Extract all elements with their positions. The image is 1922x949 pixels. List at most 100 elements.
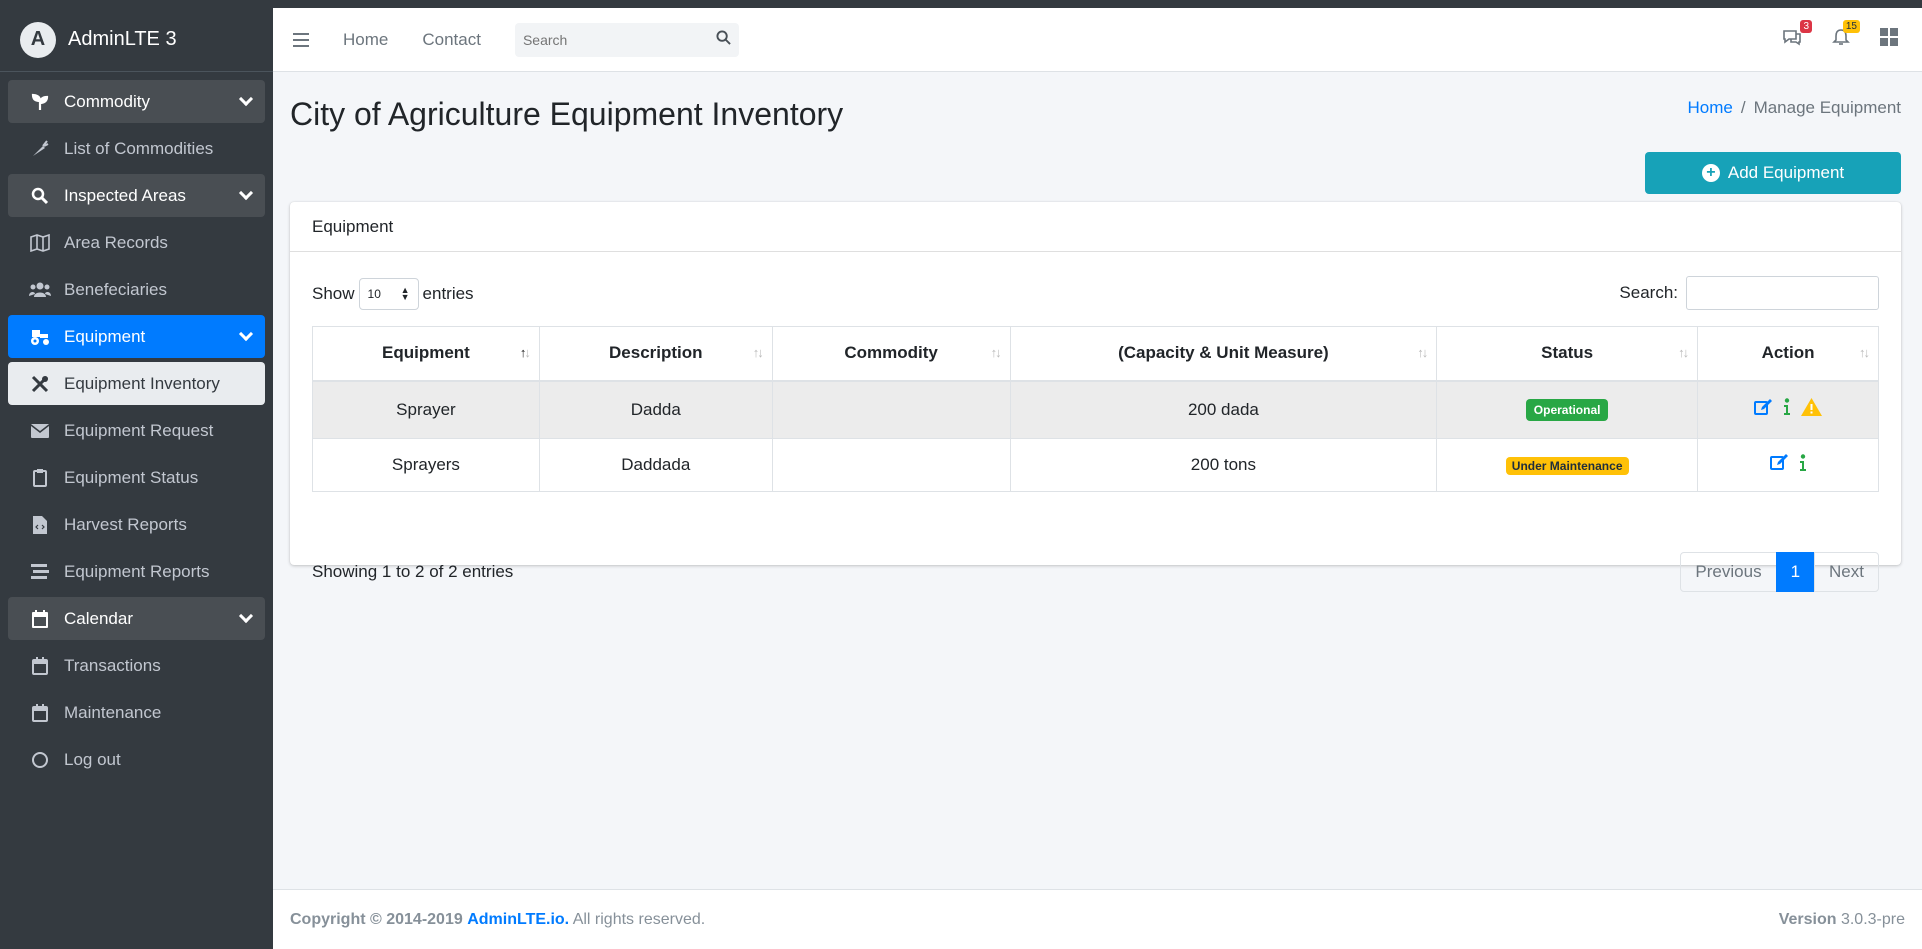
search-label: Search: — [1619, 283, 1678, 302]
column-header-description[interactable]: Description ↑↓ — [538, 326, 773, 382]
pagination-page-1[interactable]: 1 — [1775, 552, 1816, 592]
sidebar-item-label: Harvest Reports — [64, 514, 187, 534]
notifications-badge: 15 — [1842, 20, 1860, 33]
cell-description: Dadda — [538, 380, 773, 439]
search-icon — [28, 187, 52, 205]
table-row: Sprayers Daddada 200 tons Under Maintena… — [312, 438, 1879, 492]
sidebar-item-area-records[interactable]: Area Records — [8, 221, 265, 264]
sidebar-item-list-of-commodities[interactable]: List of Commodities — [8, 127, 265, 170]
cell-capacity: 200 dada — [1009, 380, 1438, 439]
add-equipment-label: Add Equipment — [1727, 163, 1845, 182]
plus-circle-icon: + — [1701, 164, 1720, 182]
sidebar-item-equipment-reports[interactable]: Equipment Reports — [8, 550, 265, 593]
edit-icon[interactable] — [1769, 454, 1789, 476]
info-icon[interactable] — [1799, 453, 1807, 477]
menu-toggle-icon[interactable] — [293, 32, 309, 47]
sidebar-item-inspected-areas[interactable]: Inspected Areas — [8, 174, 265, 217]
users-icon — [28, 282, 52, 298]
calendar-outline-icon — [28, 703, 52, 722]
navbar-search-input[interactable] — [522, 31, 716, 48]
sort-icon: ↑↓ — [990, 345, 1002, 360]
page-length-value: 10 — [367, 287, 381, 301]
cell-status: Operational — [1436, 380, 1699, 439]
nav-link-home[interactable]: Home — [343, 30, 388, 50]
sidebar-item-benefeciaries[interactable]: Benefeciaries — [8, 268, 265, 311]
column-header-commodity[interactable]: Commodity ↑↓ — [771, 326, 1011, 382]
page-title: City of Agriculture Equipment Inventory — [290, 96, 844, 132]
main-wrapper: Home Contact 3 15 City of Agriculture Eq… — [273, 8, 1922, 949]
sort-icon: ↑↓ — [1678, 345, 1689, 360]
sidebar-item-label: Area Records — [64, 232, 168, 252]
messages-icon[interactable]: 3 — [1782, 20, 1812, 51]
sidebar-item-transactions[interactable]: Transactions — [8, 644, 265, 687]
sidebar-item-calendar[interactable]: Calendar — [8, 597, 265, 640]
sidebar-item-label: Maintenance — [64, 702, 162, 722]
footer-copyright: Copyright © 2014-2019 AdminLTE.io. All r… — [290, 911, 705, 929]
breadcrumb-home[interactable]: Home — [1687, 98, 1732, 117]
seedling-icon — [28, 93, 52, 111]
stream-icon — [28, 563, 52, 580]
search-icon[interactable] — [716, 29, 731, 50]
sort-arrows-icon: ▲ ▼ — [400, 285, 410, 302]
column-header-label: Equipment — [382, 343, 470, 363]
page-length-select[interactable]: 10 ▲ ▼ — [358, 278, 419, 310]
cell-capacity: 200 tons — [1009, 438, 1438, 492]
cell-commodity — [771, 438, 1011, 492]
table-row: Sprayer Dadda 200 dada Operational — [312, 380, 1879, 439]
column-header-capacity[interactable]: (Capacity & Unit Measure) ↑↓ — [1009, 326, 1438, 382]
cell-equipment: Sprayer — [312, 380, 540, 439]
sidebar-item-label: Equipment Inventory — [64, 373, 220, 393]
sidebar-item-equipment[interactable]: Equipment — [8, 315, 265, 358]
add-equipment-button[interactable]: + Add Equipment — [1645, 152, 1901, 194]
edit-icon[interactable] — [1754, 398, 1773, 421]
chevron-down-icon — [238, 185, 254, 200]
column-header-status[interactable]: Status ↑↓ — [1436, 326, 1699, 382]
column-header-label: Commodity — [844, 343, 938, 363]
footer-brand-link[interactable]: AdminLTE.io. — [467, 911, 569, 928]
column-header-label: (Capacity & Unit Measure) — [1118, 343, 1329, 363]
sort-icon: ↑↓ — [1859, 345, 1870, 360]
sort-icon: ↑↓ — [752, 345, 764, 360]
grid-icon[interactable] — [1880, 28, 1898, 51]
sidebar-item-maintenance[interactable]: Maintenance — [8, 691, 265, 734]
sidebar-item-equipment-status[interactable]: Equipment Status — [8, 456, 265, 499]
circle-icon — [28, 751, 52, 769]
sidebar-item-log-out[interactable]: Log out — [8, 738, 265, 781]
warning-icon[interactable] — [1801, 398, 1823, 421]
column-header-label: Status — [1541, 343, 1594, 363]
sidebar-item-equipment-request[interactable]: Equipment Request — [8, 409, 265, 452]
column-header-equipment[interactable]: Equipment ↑↓ — [312, 326, 540, 382]
sidebar-item-commodity[interactable]: Commodity — [8, 80, 265, 123]
map-icon — [28, 233, 52, 252]
sidebar-item-harvest-reports[interactable]: Harvest Reports — [8, 503, 265, 546]
top-navbar: Home Contact 3 15 — [273, 8, 1922, 72]
column-header-label: Action — [1761, 343, 1815, 363]
sidebar-item-equipment-inventory[interactable]: Equipment Inventory — [8, 362, 265, 405]
clipboard-icon — [28, 468, 52, 487]
table-search-input[interactable] — [1686, 276, 1879, 310]
breadcrumb-separator: / — [1740, 98, 1746, 117]
pagination-next[interactable]: Next — [1814, 552, 1879, 592]
sidebar: A AdminLTE 3 Commodity List of Commoditi… — [0, 8, 273, 949]
card-title: Equipment — [290, 202, 1901, 252]
pagination-previous[interactable]: Previous — [1680, 552, 1777, 592]
nav-link-contact[interactable]: Contact — [422, 30, 481, 50]
bell-icon[interactable]: 15 — [1832, 20, 1860, 51]
brand-link[interactable]: A AdminLTE 3 — [0, 8, 273, 72]
sort-icon: ↑↓ — [1417, 345, 1428, 360]
page-length-control: Show 10 ▲ ▼ entries — [312, 278, 474, 310]
envelope-icon — [28, 423, 52, 438]
tools-icon — [28, 375, 52, 393]
table-info: Showing 1 to 2 of 2 entries — [312, 562, 514, 581]
column-header-action[interactable]: Action ↑↓ — [1697, 326, 1879, 382]
messages-badge: 3 — [1800, 20, 1812, 33]
file-code-icon — [28, 515, 52, 534]
navbar-search — [514, 22, 739, 57]
sidebar-item-label: Equipment Status — [64, 467, 199, 487]
version-label: Version — [1778, 910, 1837, 928]
column-header-label: Description — [609, 343, 703, 363]
info-icon[interactable] — [1783, 398, 1791, 421]
content-header: City of Agriculture Equipment Inventory … — [273, 72, 1922, 148]
pagination: Previous 1 Next — [1680, 552, 1879, 592]
sidebar-nav: Commodity List of Commodities Inspected … — [0, 72, 273, 793]
